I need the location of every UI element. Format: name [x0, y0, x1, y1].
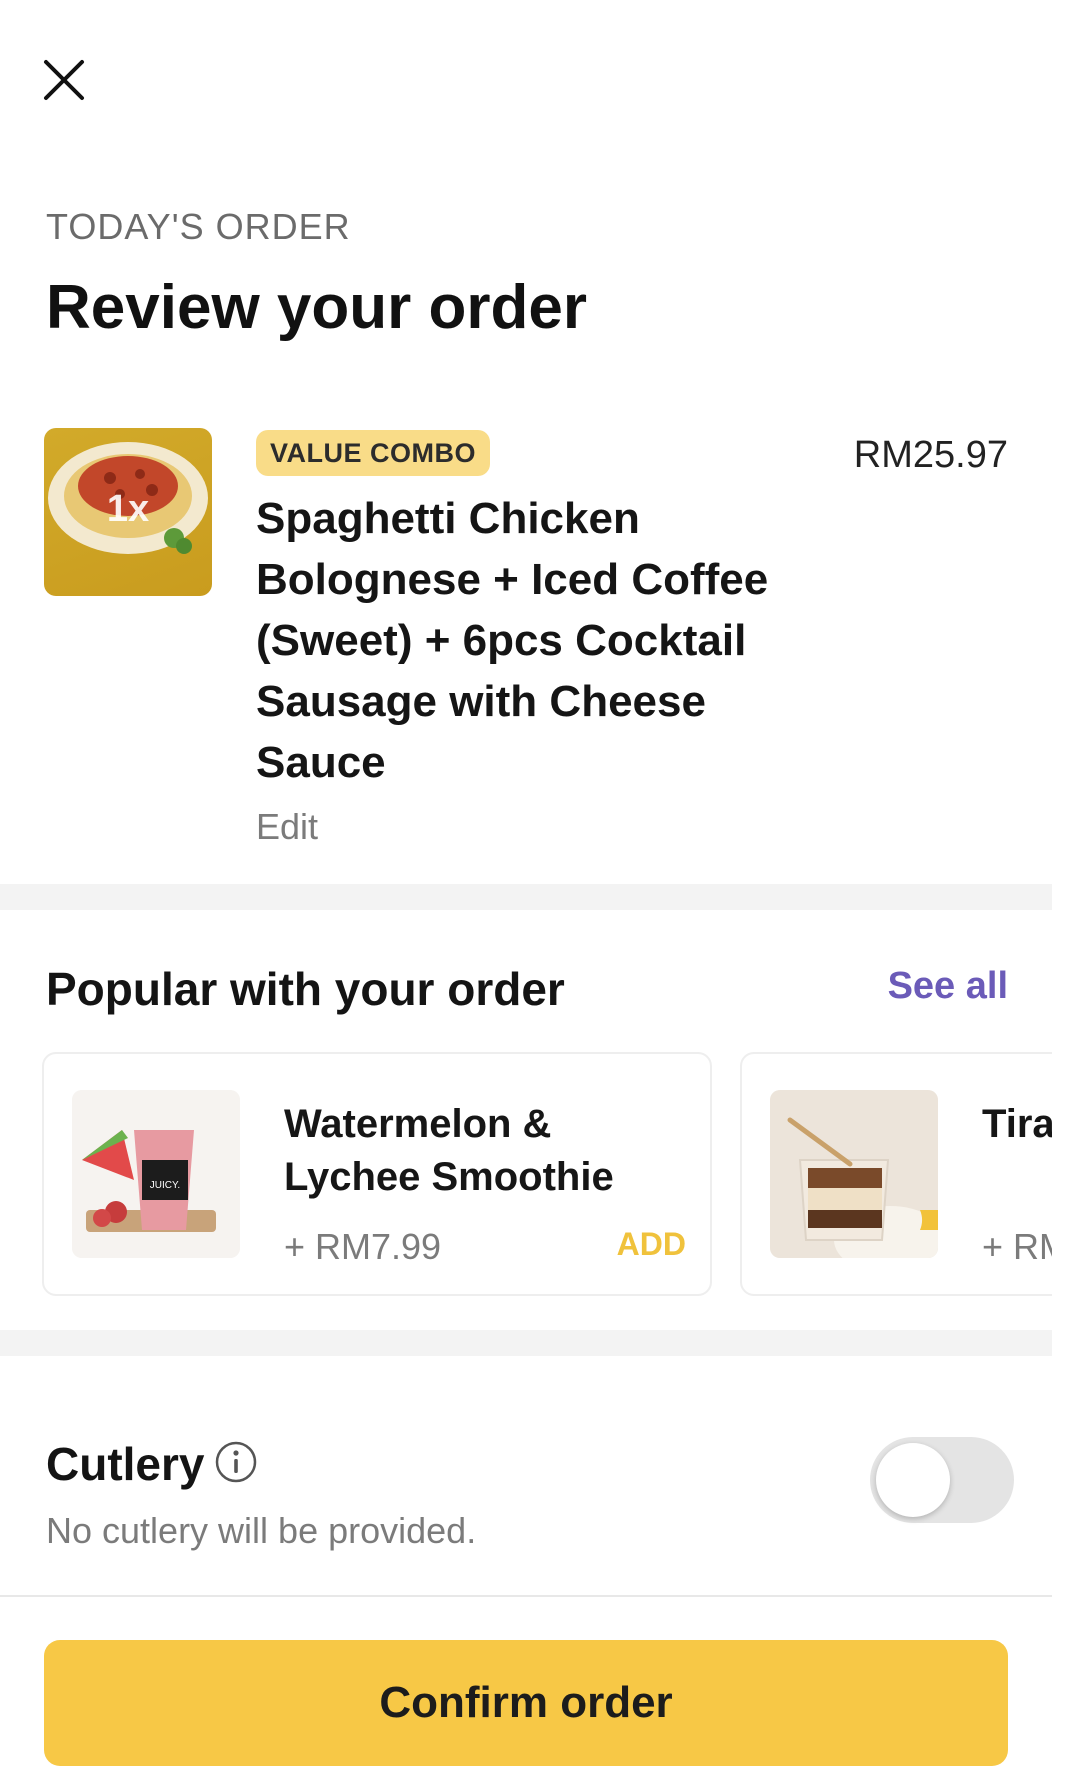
order-item-name: Spaghetti Chicken Bolognese + Iced Coffe… — [256, 494, 769, 787]
toggle-knob — [876, 1443, 950, 1517]
value-combo-badge: VALUE COMBO — [256, 430, 490, 476]
edit-item-link[interactable]: Edit — [256, 806, 318, 848]
page-title: Review your order — [46, 273, 587, 342]
popular-item-card[interactable]: JUICY. Watermelon & Lychee Smoothie + RM… — [42, 1052, 712, 1296]
popular-item-price: + RM7.99 — [284, 1226, 442, 1267]
close-button[interactable] — [34, 50, 94, 110]
confirm-order-button[interactable]: Confirm order — [44, 1640, 1008, 1766]
popular-item-image — [770, 1090, 938, 1258]
order-item-quantity: 1x — [106, 488, 150, 530]
info-icon[interactable] — [214, 1440, 258, 1484]
section-divider — [0, 884, 1052, 910]
see-all-link[interactable]: See all — [888, 965, 1008, 1008]
footer-divider — [0, 1595, 1052, 1597]
cutlery-title: Cutlery — [46, 1438, 205, 1490]
popular-item-name: Watermelon & Lychee Smoothie — [284, 1102, 614, 1199]
popular-carousel[interactable]: JUICY. Watermelon & Lychee Smoothie + RM… — [0, 1052, 1052, 1300]
tiramisu-image — [770, 1090, 938, 1258]
popular-item-card[interactable]: Tira + RM — [740, 1052, 1052, 1296]
cutlery-subtitle: No cutlery will be provided. — [46, 1510, 477, 1551]
popular-item-price: + RM — [982, 1226, 1052, 1267]
order-item-price: RM25.97 — [853, 434, 1008, 476]
review-order-page: TODAY'S ORDER Review your order 1x VALUE… — [0, 0, 1080, 1788]
cutlery-toggle[interactable] — [870, 1437, 1014, 1523]
order-item-image[interactable]: 1x — [44, 428, 212, 596]
add-button[interactable]: ADD — [617, 1226, 686, 1263]
section-label: TODAY'S ORDER — [46, 206, 351, 247]
popular-item-image: JUICY. — [72, 1090, 240, 1258]
section-divider — [0, 1330, 1052, 1356]
order-item: 1x VALUE COMBO RM25.97 Spaghetti Chicken… — [0, 428, 1080, 858]
close-icon — [44, 60, 84, 100]
cup-label: JUICY. — [150, 1180, 180, 1191]
popular-section-title: Popular with your order — [46, 963, 565, 1015]
popular-item-name: Tira — [982, 1102, 1052, 1146]
smoothie-image: JUICY. — [72, 1090, 240, 1258]
